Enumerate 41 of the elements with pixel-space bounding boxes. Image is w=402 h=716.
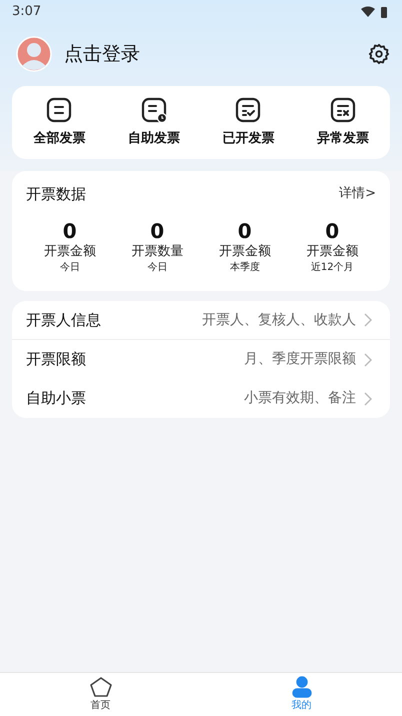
- settings-row[interactable]: 自助小票 小票有效期、备注: [12, 379, 390, 418]
- invoice-icon: [328, 96, 357, 124]
- chevron-icon: [364, 352, 372, 366]
- row-title: 开票限额: [26, 349, 86, 370]
- person-icon: [290, 676, 314, 698]
- stat-period: 今日: [147, 261, 168, 275]
- quick-action-label[interactable]: 全部发票: [33, 129, 86, 148]
- stat-value: 0: [238, 219, 252, 243]
- stat-label: 开票金额: [218, 243, 271, 261]
- chevron-icon: [364, 392, 372, 406]
- chevron-icon: [364, 313, 372, 327]
- stat-label: 开票金额: [306, 243, 358, 261]
- quick-action-label[interactable]: 自助发票: [128, 129, 180, 148]
- quick-action-label[interactable]: 已开发票: [222, 129, 274, 148]
- stat-period: 本季度: [230, 261, 260, 275]
- stat-value: 0: [150, 219, 164, 243]
- stat-label: 开票数量: [131, 243, 184, 261]
- invoice-icon: [140, 96, 168, 124]
- stat-value: 0: [325, 219, 340, 243]
- settings-icon[interactable]: [368, 43, 390, 65]
- stat-value: 0: [62, 219, 77, 243]
- settings-row[interactable]: 开票限额 月、季度开票限额: [12, 340, 390, 379]
- stat-label: 开票金额: [44, 243, 96, 261]
- details-link[interactable]: 详情>: [339, 184, 376, 204]
- status-icons: [360, 5, 390, 19]
- login-link[interactable]: 点击登录: [64, 40, 140, 68]
- tab[interactable]: 首页: [0, 673, 201, 716]
- tab[interactable]: 我的: [201, 673, 402, 716]
- quick-action-label[interactable]: 异常发票: [316, 129, 369, 148]
- status-time: 3:07: [12, 3, 42, 22]
- row-title: 开票人信息: [26, 310, 101, 331]
- row-hint: 开票人、复核人、收款人: [202, 310, 356, 330]
- stat-period: 近12个月: [310, 261, 354, 275]
- invoice-icon: [234, 96, 262, 124]
- stat-period: 今日: [60, 261, 80, 275]
- stats-title: 开票数据: [26, 184, 86, 204]
- row-hint: 月、季度开票限额: [244, 350, 356, 369]
- home-icon: [88, 676, 112, 698]
- row-hint: 小票有效期、备注: [244, 389, 356, 408]
- row-title: 自助小票: [26, 388, 86, 410]
- invoice-icon: [45, 96, 74, 124]
